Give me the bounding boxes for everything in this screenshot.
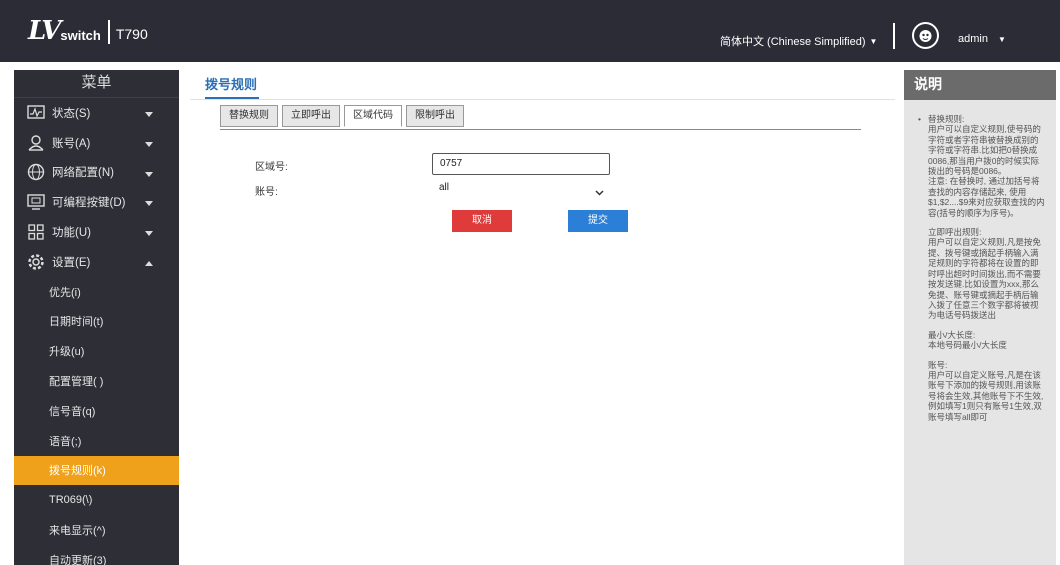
user-avatar-icon <box>919 30 932 42</box>
help-panel: 说明 替换规则: 用户可以自定义规则,使号码的字符或者字符串被替换成别的字符或字… <box>904 70 1056 565</box>
chevron-down-icon <box>145 169 153 181</box>
sidebar-subitem-tones[interactable]: 信号音(q) <box>14 396 179 426</box>
tabs-divider <box>220 129 861 130</box>
sidebar-subitem-tr069[interactable]: TR069(\) <box>14 485 179 515</box>
model-label: T790 <box>115 26 148 42</box>
sidebar-item-label: 状态(S) <box>52 107 91 120</box>
chevron-down-icon <box>145 139 153 151</box>
sidebar-menu: 菜单 状态(S) 账号(A) 网络配置(N) 可编程按键(D) 功能(U) 设置… <box>14 70 179 565</box>
username: admin <box>958 33 988 45</box>
top-header: LV switch T790 简体中文 (Chinese Simplified)… <box>0 0 1060 62</box>
settings-icon <box>26 253 46 271</box>
sidebar-subitem-datetime[interactable]: 日期时间(t) <box>14 307 179 337</box>
tab-replace-rule[interactable]: 替换规则 <box>220 105 278 127</box>
sidebar-subitem-callerid[interactable]: 来电显示(^) <box>14 515 179 545</box>
logo: LV switch T790 <box>28 18 148 44</box>
header-separator <box>893 23 895 49</box>
sidebar-subitem-autoprovision[interactable]: 自动更新(3) <box>14 545 179 565</box>
chevron-down-icon: ▼ <box>869 36 878 46</box>
account-icon <box>26 134 46 152</box>
logo-separator <box>107 20 110 44</box>
sidebar-subitem-upgrade[interactable]: 升级(u) <box>14 336 179 366</box>
help-replace-rule: 替换规则: 用户可以自定义规则,使号码的字符或者字符串被替换成别的字符或字符串.… <box>918 114 1046 218</box>
logo-switch-text: switch <box>60 28 101 43</box>
submit-button[interactable]: 提交 <box>568 210 628 232</box>
tab-bar: 替换规则 立即呼出 区域代码 限制呼出 <box>220 105 464 127</box>
sidebar-subitem-preference[interactable]: 优先(i) <box>14 277 179 307</box>
language-selector[interactable]: 简体中文 (Chinese Simplified) ▼ <box>720 33 877 49</box>
sidebar-item-features[interactable]: 功能(U) <box>14 217 179 247</box>
help-dial-now: 立即呼出规则: 用户可以自定义规则,凡是按免提、拨号键或摘起手柄输入满足规则的字… <box>928 227 1041 321</box>
sidebar-title: 菜单 <box>14 70 179 98</box>
account-label: 账号: <box>255 187 278 198</box>
sidebar-item-label: 网络配置(N) <box>52 167 114 180</box>
language-label: 简体中文 (Chinese Simplified) <box>720 36 866 48</box>
sidebar-item-network[interactable]: 网络配置(N) <box>14 158 179 188</box>
network-icon <box>26 163 46 181</box>
avatar[interactable] <box>912 22 939 49</box>
chevron-down-icon <box>145 228 153 240</box>
sidebar-subitem-dialplan[interactable]: 拨号规则(k) <box>14 455 179 486</box>
sidebar-item-dsskey[interactable]: 可编程按键(D) <box>14 187 179 217</box>
tab-dial-now[interactable]: 立即呼出 <box>282 105 340 127</box>
account-select-value: all <box>439 182 450 193</box>
help-body: 替换规则: 用户可以自定义规则,使号码的字符或者字符串被替换成别的字符或字符串.… <box>904 100 1056 422</box>
help-min-max: 最小/大长度: 本地号码最小/大长度 <box>928 329 1007 351</box>
help-account: 账号: 用户可以自定义账号,凡是在该账号下添加的拨号规则,用该账号将会生效,其他… <box>928 359 1044 422</box>
tab-block-out[interactable]: 限制呼出 <box>406 105 464 127</box>
chevron-up-icon <box>145 258 153 270</box>
chevron-down-icon <box>145 198 153 210</box>
sidebar-item-label: 功能(U) <box>52 227 91 240</box>
status-icon <box>26 104 46 122</box>
chevron-down-icon <box>595 184 604 204</box>
sidebar-item-status[interactable]: 状态(S) <box>14 98 179 128</box>
account-select[interactable]: all <box>432 178 610 198</box>
cancel-button[interactable]: 取消 <box>452 210 512 232</box>
dsskey-icon <box>26 193 46 211</box>
page-title: 拨号规则 <box>205 77 258 92</box>
tab-area-code[interactable]: 区域代码 <box>344 105 402 127</box>
area-code-label: 区域号: <box>255 162 288 173</box>
features-icon <box>26 223 46 241</box>
help-title: 说明 <box>904 70 1056 100</box>
chevron-down-icon: ▼ <box>997 34 1006 44</box>
logo-mark: LV <box>28 16 61 46</box>
main-content: 拨号规则 替换规则 立即呼出 区域代码 限制呼出 区域号: 0757 账号: a… <box>190 70 895 565</box>
sidebar-item-account[interactable]: 账号(A) <box>14 128 179 158</box>
sidebar-item-label: 可编程按键(D) <box>52 197 126 210</box>
sidebar-item-settings[interactable]: 设置(E) <box>14 247 179 277</box>
sidebar-item-label: 设置(E) <box>52 256 91 269</box>
sidebar-subitem-voice[interactable]: 语音(;) <box>14 426 179 456</box>
area-code-input[interactable]: 0757 <box>432 153 610 175</box>
chevron-down-icon <box>145 109 153 121</box>
divider <box>190 99 895 100</box>
user-menu[interactable]: admin ▼ <box>958 33 1006 45</box>
sidebar-subitem-config[interactable]: 配置管理( ) <box>14 366 179 396</box>
sidebar-item-label: 账号(A) <box>52 137 91 150</box>
